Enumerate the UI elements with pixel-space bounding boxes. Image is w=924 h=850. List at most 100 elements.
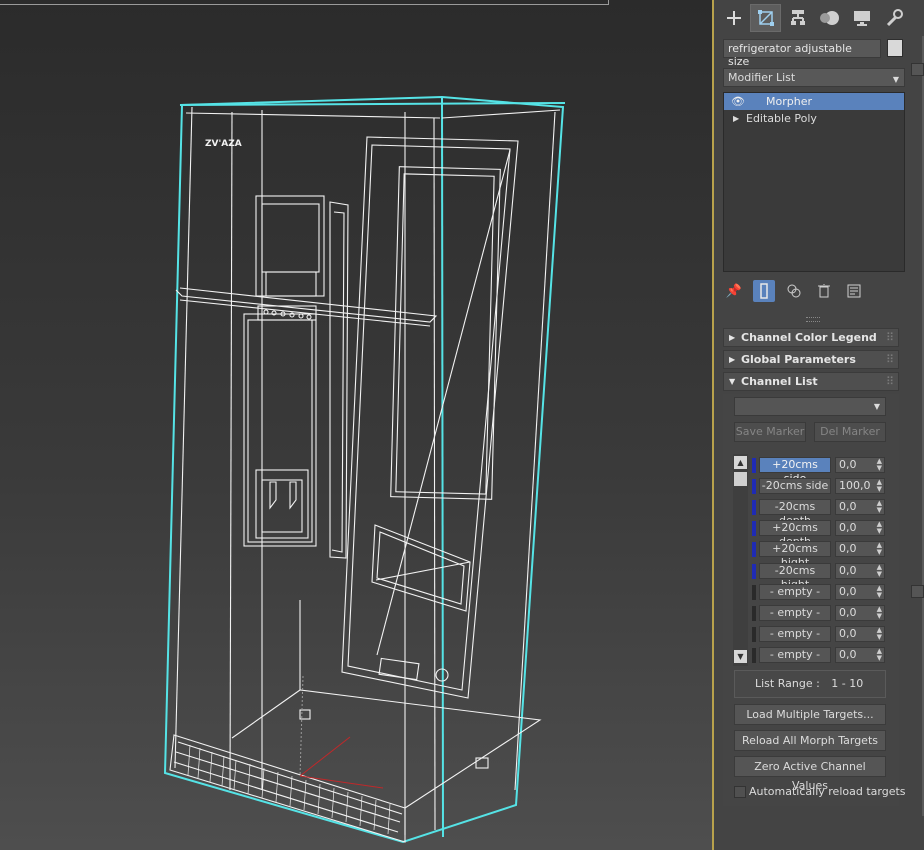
channel-name-button[interactable]: +20cms depth	[759, 520, 831, 548]
spinner-arrows-icon[interactable]: ▲ ▼	[877, 542, 882, 556]
channel-value-spinner[interactable]: 0,0 ▲ ▼	[835, 647, 885, 663]
auto-reload-targets-checkbox[interactable]: Automatically reload targets	[734, 785, 906, 798]
panel-resize-grip[interactable]	[806, 317, 820, 322]
channel-value-spinner[interactable]: 0,0 ▲ ▼	[835, 457, 885, 473]
channel-color-bar	[752, 564, 756, 579]
stack-toolbar: 📌	[723, 280, 905, 302]
channel-row[interactable]: +20cms depth 0,0 ▲▼	[752, 520, 888, 548]
spinner-arrows-icon[interactable]: ▲ ▼	[877, 500, 882, 514]
configure-modifier-sets-button[interactable]	[843, 280, 865, 302]
stack-item-editable-poly[interactable]: ▶ Editable Poly	[724, 110, 904, 127]
tab-motion[interactable]	[814, 4, 845, 32]
spinner-arrows-icon[interactable]: ▲ ▼	[877, 479, 882, 493]
channel-color-bar	[752, 479, 756, 494]
expand-triangle-icon[interactable]: ▶	[733, 110, 739, 127]
channel-color-bar	[752, 585, 756, 600]
spinner-arrows-icon[interactable]: ▲ ▼	[877, 521, 882, 535]
del-marker-button[interactable]: Del Marker	[814, 422, 886, 442]
channel-row[interactable]: -20cms depth 0,0 ▲▼	[752, 499, 888, 527]
checkbox-box[interactable]	[734, 785, 746, 798]
refrigerator-wireframe[interactable]: ZV'AZA	[0, 0, 712, 850]
scroll-up-icon[interactable]: ▲	[734, 456, 747, 469]
channel-value: 0,0	[839, 500, 857, 513]
channel-value: 0,0	[839, 648, 857, 661]
reload-all-morph-targets-button[interactable]: Reload All Morph Targets	[734, 730, 886, 751]
panel-side-button[interactable]	[911, 63, 924, 76]
rollout-grip-icon: ⠿	[885, 375, 894, 388]
show-end-result-button[interactable]	[753, 280, 775, 302]
stack-item-morpher[interactable]: 👁 Morpher	[724, 93, 904, 110]
modifier-list-dropdown[interactable]: Modifier List ▼	[723, 68, 905, 87]
channel-value: 0,0	[839, 627, 857, 640]
pin-stack-button[interactable]: 📌	[723, 280, 745, 302]
marker-dropdown[interactable]: ▼	[734, 397, 886, 416]
zero-active-channel-values-button[interactable]: Zero Active Channel Values	[734, 756, 886, 792]
channel-color-bar	[752, 458, 756, 473]
wrench-icon	[886, 9, 903, 27]
spinner-arrows-icon[interactable]: ▲ ▼	[877, 564, 882, 578]
channel-scrollbar[interactable]: ▲ ▼	[733, 454, 748, 666]
spinner-arrows-icon[interactable]: ▲ ▼	[877, 648, 882, 662]
panel-collapse-arrow[interactable]	[911, 585, 924, 598]
spinner-arrows-icon[interactable]: ▲ ▼	[877, 627, 882, 641]
channel-row[interactable]: -20cms hight 0,0 ▲▼	[752, 563, 888, 591]
tab-modify[interactable]	[750, 4, 781, 32]
channel-value-spinner[interactable]: 0,0 ▲ ▼	[835, 563, 885, 579]
channel-name-button[interactable]: +20cms side	[759, 457, 831, 485]
channel-value-spinner[interactable]: 0,0 ▲ ▼	[835, 626, 885, 642]
channel-value-spinner[interactable]: 100,0 ▲ ▼	[835, 478, 885, 494]
perspective-viewport[interactable]: ZV'AZA	[0, 0, 714, 850]
rollout-channel-list[interactable]: ▼ Channel List ⠿	[723, 372, 899, 391]
channel-value-spinner[interactable]: 0,0 ▲ ▼	[835, 541, 885, 557]
channel-name-button[interactable]: -20cms hight	[759, 563, 831, 591]
tab-display[interactable]	[846, 4, 877, 32]
fridge-mesh	[169, 106, 561, 843]
channel-row[interactable]: - empty - 0,0 ▲ ▼	[752, 584, 888, 600]
channel-row[interactable]: +20cms side 0,0 ▲▼	[752, 457, 888, 485]
spinner-arrows-icon[interactable]: ▲ ▼	[877, 458, 882, 472]
tab-create[interactable]	[718, 4, 749, 32]
save-marker-button[interactable]: Save Marker	[734, 422, 806, 442]
modifier-stack[interactable]: 👁 Morpher ▶ Editable Poly	[723, 92, 905, 272]
modify-icon	[757, 10, 774, 26]
object-color-swatch[interactable]	[887, 39, 903, 57]
rollout-title: Global Parameters	[741, 353, 856, 366]
spinner-arrows-icon[interactable]: ▲ ▼	[877, 585, 882, 599]
channel-color-bar	[752, 606, 756, 621]
channel-value-spinner[interactable]: 0,0 ▲ ▼	[835, 605, 885, 621]
remove-modifier-button[interactable]	[813, 280, 835, 302]
channel-value-spinner[interactable]: 0,0 ▲ ▼	[835, 520, 885, 536]
channel-name-button[interactable]: - empty -	[759, 605, 831, 621]
tab-hierarchy[interactable]	[782, 4, 813, 32]
list-range-display: List Range : 1 - 10	[734, 670, 886, 698]
scroll-thumb[interactable]	[734, 472, 747, 486]
channel-row[interactable]: -20cms side 100,0 ▲ ▼	[752, 478, 888, 494]
channel-name-button[interactable]: - empty -	[759, 626, 831, 642]
load-multiple-targets-button[interactable]: Load Multiple Targets...	[734, 704, 886, 725]
rollout-global-parameters[interactable]: ▶ Global Parameters ⠿	[723, 350, 899, 369]
rollout-title: Channel List	[741, 375, 818, 388]
eye-icon[interactable]: 👁	[731, 93, 745, 110]
channel-name-button[interactable]: -20cms depth	[759, 499, 831, 527]
hierarchy-icon	[790, 10, 805, 25]
scroll-down-icon[interactable]: ▼	[734, 650, 747, 663]
channel-row[interactable]: - empty - 0,0 ▲ ▼	[752, 647, 888, 663]
rollout-channel-color-legend[interactable]: ▶ Channel Color Legend ⠿	[723, 328, 899, 347]
tab-utilities[interactable]	[878, 4, 909, 32]
object-name-field[interactable]: refrigerator adjustable size	[723, 39, 881, 68]
transform-gizmo[interactable]	[299, 736, 384, 789]
channel-name-button[interactable]: - empty -	[759, 647, 831, 663]
channel-color-bar	[752, 500, 756, 515]
channel-row[interactable]: - empty - 0,0 ▲ ▼	[752, 626, 888, 642]
spinner-arrows-icon[interactable]: ▲ ▼	[877, 606, 882, 620]
channel-row[interactable]: - empty - 0,0 ▲ ▼	[752, 605, 888, 621]
channel-value-spinner[interactable]: 0,0 ▲ ▼	[835, 499, 885, 515]
channel-row[interactable]: +20cms hight 0,0 ▲▼	[752, 541, 888, 569]
make-unique-button[interactable]	[783, 280, 805, 302]
expanded-triangle-icon: ▼	[729, 377, 736, 386]
channel-name-button[interactable]: +20cms hight	[759, 541, 831, 569]
channel-value-spinner[interactable]: 0,0 ▲ ▼	[835, 584, 885, 600]
channel-name-button[interactable]: -20cms side	[759, 478, 831, 494]
command-panel-tabs	[718, 4, 910, 32]
channel-name-button[interactable]: - empty -	[759, 584, 831, 600]
